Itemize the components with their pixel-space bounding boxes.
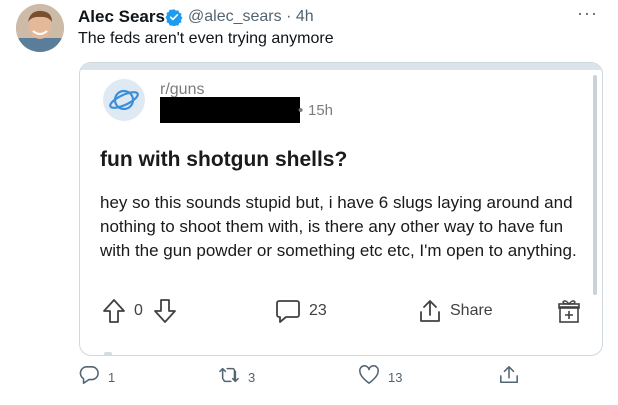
- vote-count: 0: [134, 302, 143, 319]
- award-icon: [557, 298, 581, 324]
- award-button[interactable]: [557, 295, 581, 327]
- retweet-count: 3: [248, 370, 256, 385]
- author-name[interactable]: Alec Sears: [78, 7, 165, 27]
- reply-count: 1: [108, 370, 116, 385]
- handle-and-time[interactable]: @alec_sears · 4h: [188, 8, 314, 26]
- retweet-button[interactable]: 3: [218, 365, 255, 390]
- post-time: 15h: [298, 102, 333, 119]
- tweet-actions: 1 3 13: [78, 363, 528, 391]
- vote-group: 0: [102, 295, 177, 327]
- comment-icon: [275, 298, 301, 324]
- embed-top-bar: [80, 63, 602, 70]
- retweet-icon: [218, 365, 240, 390]
- share-icon: [418, 298, 442, 324]
- avatar[interactable]: [16, 4, 64, 52]
- embed-scrollbar[interactable]: [593, 75, 597, 295]
- share-button[interactable]: Share: [418, 295, 493, 327]
- tweet-share-icon: [498, 365, 520, 390]
- reply-icon: [78, 365, 100, 390]
- verified-badge-icon: [165, 8, 183, 27]
- more-icon[interactable]: ···: [577, 3, 598, 24]
- share-label: Share: [450, 302, 493, 319]
- embedded-reddit-post[interactable]: r/guns 15h fun with shotgun shells? hey …: [79, 62, 603, 356]
- like-button[interactable]: 13: [358, 365, 402, 390]
- tweet-text: The feds aren't even trying anymore: [78, 30, 334, 47]
- redacted-username: [160, 97, 300, 123]
- upvote-icon[interactable]: [102, 298, 126, 324]
- downvote-icon[interactable]: [153, 298, 177, 324]
- like-icon: [358, 365, 380, 390]
- post-title[interactable]: fun with shotgun shells?: [100, 148, 347, 172]
- post-actions: 0 23 Share: [100, 295, 580, 327]
- reddit-icon: [103, 79, 145, 121]
- post-body: hey so this sounds stupid but, i have 6 …: [100, 193, 577, 260]
- avatar-image: [16, 4, 64, 52]
- tweet-share-button[interactable]: [498, 365, 520, 390]
- like-count: 13: [388, 370, 403, 385]
- reply-button[interactable]: 1: [78, 365, 115, 390]
- comments-button[interactable]: 23: [275, 295, 327, 327]
- tweet-header: Alec Sears @alec_sears · 4h ···: [78, 3, 598, 27]
- comment-count: 23: [309, 302, 327, 319]
- embed-bottom-tick: [104, 352, 112, 355]
